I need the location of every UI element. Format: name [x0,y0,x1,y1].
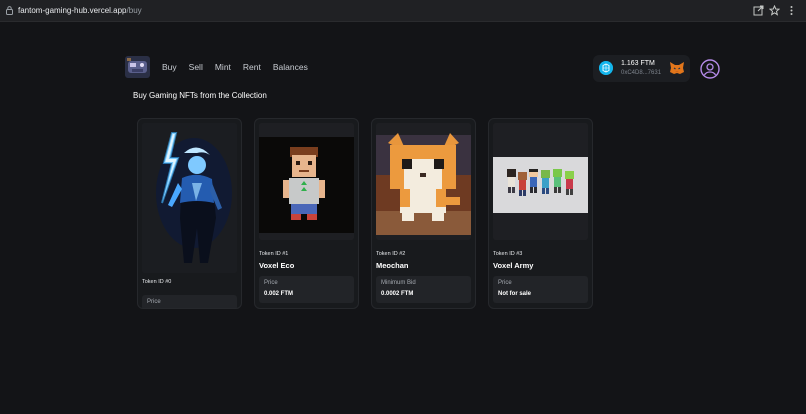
site-logo[interactable] [125,56,150,78]
nft-name: Meochan [376,261,409,270]
main-nav: Buy Sell Mint Rent Balances [162,62,320,72]
nft-card[interactable]: Token ID #0 Price [137,118,242,309]
nav-buy[interactable]: Buy [162,62,177,72]
price-label: Price [264,280,278,286]
lock-icon [6,6,13,15]
nav-balances[interactable]: Balances [273,62,308,72]
token-id: Token ID #3 [493,251,523,257]
price-value: 0.0002 FTM [381,291,414,297]
nft-image-voxel-eco [259,123,354,240]
share-icon[interactable] [753,5,764,16]
price-label: Minimum Bid [381,280,416,286]
wallet-button[interactable]: 1.163 FTM 0xC4D8...7631 [593,55,690,82]
fantom-icon [599,61,613,75]
nav-rent[interactable]: Rent [243,62,261,72]
nft-image-meochan [376,123,471,240]
page: Buy Sell Mint Rent Balances 1.163 FTM 0x… [0,22,806,414]
nft-card[interactable]: Token ID #3 Voxel Army Price Not for sal… [488,118,593,309]
metamask-fox-icon [670,62,684,74]
nft-card[interactable]: Token ID #1 Voxel Eco Price 0.002 FTM [254,118,359,309]
price-value: Not for sale [498,291,532,297]
price-box: Minimum Bid 0.0002 FTM [376,276,471,303]
nav-sell[interactable]: Sell [189,62,203,72]
price-box: Price 0.002 FTM [259,276,354,303]
profile-icon[interactable] [700,59,720,79]
bookmark-star-icon[interactable] [769,5,780,16]
page-title: Buy Gaming NFTs from the Collection [133,91,267,100]
browser-address-bar[interactable]: fantom-gaming-hub.vercel.app/buy [0,0,806,22]
nft-card[interactable]: Token ID #2 Meochan Minimum Bid 0.0002 F… [371,118,476,309]
url-host: fantom-gaming-hub.vercel.app [18,6,127,15]
nft-image-voxel-army [493,123,588,240]
token-id: Token ID #1 [259,251,289,257]
browser-menu-icon[interactable] [786,5,797,16]
wallet-balance: 1.163 FTM [621,60,655,67]
nft-name: Voxel Army [493,261,534,270]
nft-image-zeus [142,123,237,273]
nav-mint[interactable]: Mint [215,62,231,72]
wallet-address: 0xC4D8...7631 [621,70,662,76]
nft-name: Voxel Eco [259,261,295,270]
token-id: Token ID #2 [376,251,406,257]
token-id: Token ID #0 [142,279,172,285]
price-value: 0.002 FTM [264,291,294,297]
url-path: /buy [126,6,142,15]
url-text[interactable]: fantom-gaming-hub.vercel.app/buy [18,5,142,17]
price-label: Price [498,280,512,286]
price-label: Price [147,299,161,305]
price-box: Price [142,295,237,308]
price-box: Price Not for sale [493,276,588,303]
